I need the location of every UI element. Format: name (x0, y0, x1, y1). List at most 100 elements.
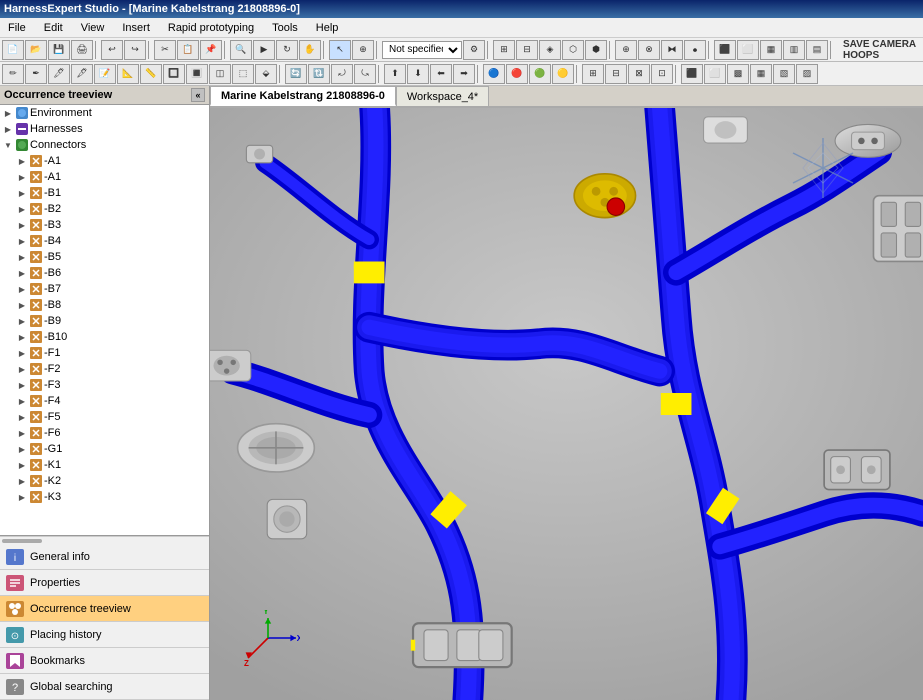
tb-open[interactable]: 📂 (25, 40, 47, 60)
tree-item[interactable]: ▶-F1 (0, 345, 209, 361)
menu-rapid[interactable]: Rapid prototyping (164, 21, 258, 35)
tb2-19[interactable]: ⬅ (430, 64, 452, 84)
tb-a4[interactable]: ⬡ (562, 40, 584, 60)
tree-item[interactable]: ▶-A1 (0, 169, 209, 185)
panel-btn-bookmarks[interactable]: Bookmarks (0, 648, 209, 674)
not-specified-dropdown[interactable]: Not specified (382, 41, 462, 59)
tree-item[interactable]: ▶-B2 (0, 201, 209, 217)
tree-toggle-icon[interactable]: ▶ (2, 125, 14, 134)
tb2-2[interactable]: ✒ (25, 64, 47, 84)
tb-cursor[interactable]: ⊕ (352, 40, 374, 60)
tb2-23[interactable]: 🟢 (529, 64, 551, 84)
tree-toggle-icon[interactable]: ▶ (16, 349, 28, 358)
tb2-34[interactable]: ▨ (796, 64, 818, 84)
tb-new[interactable]: 📄 (2, 40, 24, 60)
tb-copy[interactable]: 📋 (177, 40, 199, 60)
tb2-20[interactable]: ➡ (453, 64, 475, 84)
tb-select-arrow[interactable]: ↖ (329, 40, 351, 60)
tb2-16[interactable]: ⤿ (354, 64, 376, 84)
tb-zoom-in[interactable]: 🔍 (230, 40, 252, 60)
tb-rotate[interactable]: ↻ (276, 40, 298, 60)
viewport-tab[interactable]: Marine Kabelstrang 21808896-0 (210, 86, 396, 106)
tree-toggle-icon[interactable]: ▶ (16, 397, 28, 406)
tb2-32[interactable]: ▦ (750, 64, 772, 84)
menu-view[interactable]: View (77, 21, 109, 35)
menu-tools[interactable]: Tools (268, 21, 302, 35)
tree-item[interactable]: ▶-G1 (0, 441, 209, 457)
tree-toggle-icon[interactable]: ▶ (16, 301, 28, 310)
tb2-28[interactable]: ⊡ (651, 64, 673, 84)
tb2-11[interactable]: ⬚ (232, 64, 254, 84)
tb2-6[interactable]: 📐 (117, 64, 139, 84)
tree-toggle-icon[interactable]: ▶ (16, 413, 28, 422)
tree-item[interactable]: ▶-B1 (0, 185, 209, 201)
tree-item[interactable]: ▶-F3 (0, 377, 209, 393)
tb-c5[interactable]: ▤ (806, 40, 828, 60)
tree-toggle-icon[interactable]: ▶ (16, 157, 28, 166)
tb-b3[interactable]: ⧓ (661, 40, 683, 60)
viewport-tab[interactable]: Workspace_4* (396, 86, 489, 106)
tb-c4[interactable]: ▥ (783, 40, 805, 60)
tb2-27[interactable]: ⊠ (628, 64, 650, 84)
tree-item[interactable]: ▶-F4 (0, 393, 209, 409)
tree-item[interactable]: ▼Connectors (0, 137, 209, 153)
tree-item[interactable]: ▶-B4 (0, 233, 209, 249)
tree-item[interactable]: ▶-B10 (0, 329, 209, 345)
tb2-17[interactable]: ⬆ (384, 64, 406, 84)
tb-a1[interactable]: ⊞ (493, 40, 515, 60)
tree-item[interactable]: ▶-B3 (0, 217, 209, 233)
tb-gear[interactable]: ⚙ (463, 40, 485, 60)
tb2-25[interactable]: ⊞ (582, 64, 604, 84)
tree-item[interactable]: ▶-B8 (0, 297, 209, 313)
tree-toggle-icon[interactable]: ▶ (16, 205, 28, 214)
tb2-1[interactable]: ✏ (2, 64, 24, 84)
tree-toggle-icon[interactable]: ▶ (16, 237, 28, 246)
tb-c1[interactable]: ⬛ (714, 40, 736, 60)
viewport-3d[interactable]: Z X Y (210, 108, 923, 700)
tb2-3[interactable]: 🖊 (48, 64, 70, 84)
tree-toggle-icon[interactable]: ▶ (16, 173, 28, 182)
menu-edit[interactable]: Edit (40, 21, 67, 35)
menu-insert[interactable]: Insert (118, 21, 154, 35)
tb2-7[interactable]: 📏 (140, 64, 162, 84)
menu-file[interactable]: File (4, 21, 30, 35)
tree-item[interactable]: ▶-F6 (0, 425, 209, 441)
tb-b4[interactable]: ⦁ (684, 40, 706, 60)
tree-toggle-icon[interactable]: ▶ (16, 269, 28, 278)
tb2-22[interactable]: 🔴 (506, 64, 528, 84)
tree-toggle-icon[interactable]: ▶ (16, 365, 28, 374)
tree-item[interactable]: ▶Environment (0, 105, 209, 121)
tree-toggle-icon[interactable]: ▶ (16, 381, 28, 390)
treeview-close-btn[interactable]: « (191, 88, 205, 102)
panel-btn-occurrence-treeview[interactable]: Occurrence treeview (0, 596, 209, 622)
tree-item[interactable]: ▶-B6 (0, 265, 209, 281)
tb2-13[interactable]: 🔄 (285, 64, 307, 84)
tree-toggle-icon[interactable]: ▶ (16, 445, 28, 454)
tree-toggle-icon[interactable]: ▶ (16, 285, 28, 294)
tree-item[interactable]: ▶-B9 (0, 313, 209, 329)
tree-toggle-icon[interactable]: ▶ (16, 461, 28, 470)
tree-item[interactable]: ▶-A1 (0, 153, 209, 169)
tb2-15[interactable]: ⤾ (331, 64, 353, 84)
tb-undo[interactable]: ↩ (101, 40, 123, 60)
tb-redo[interactable]: ↪ (124, 40, 146, 60)
panel-btn-global-searching[interactable]: ?Global searching (0, 674, 209, 700)
tree-item[interactable]: ▶-F5 (0, 409, 209, 425)
tree-toggle-icon[interactable]: ▶ (16, 253, 28, 262)
tb-c2[interactable]: ⬜ (737, 40, 759, 60)
tb2-4[interactable]: 🖋 (71, 64, 93, 84)
tb2-8[interactable]: 🔲 (163, 64, 185, 84)
tree-toggle-icon[interactable]: ▶ (16, 429, 28, 438)
tb-paste[interactable]: 📌 (200, 40, 222, 60)
tree-area[interactable]: ▶Environment▶Harnesses▼Connectors▶-A1▶-A… (0, 105, 209, 536)
tb-b1[interactable]: ⊕ (615, 40, 637, 60)
tb-a5[interactable]: ⬢ (585, 40, 607, 60)
tree-toggle-icon[interactable]: ▶ (16, 221, 28, 230)
tree-toggle-icon[interactable]: ▼ (2, 141, 14, 150)
tb2-30[interactable]: ⬜ (704, 64, 726, 84)
tree-item[interactable]: ▶-B7 (0, 281, 209, 297)
tb-select[interactable]: ▶ (253, 40, 275, 60)
menu-help[interactable]: Help (312, 21, 343, 35)
panel-btn-properties[interactable]: Properties (0, 570, 209, 596)
tb-a2[interactable]: ⊟ (516, 40, 538, 60)
